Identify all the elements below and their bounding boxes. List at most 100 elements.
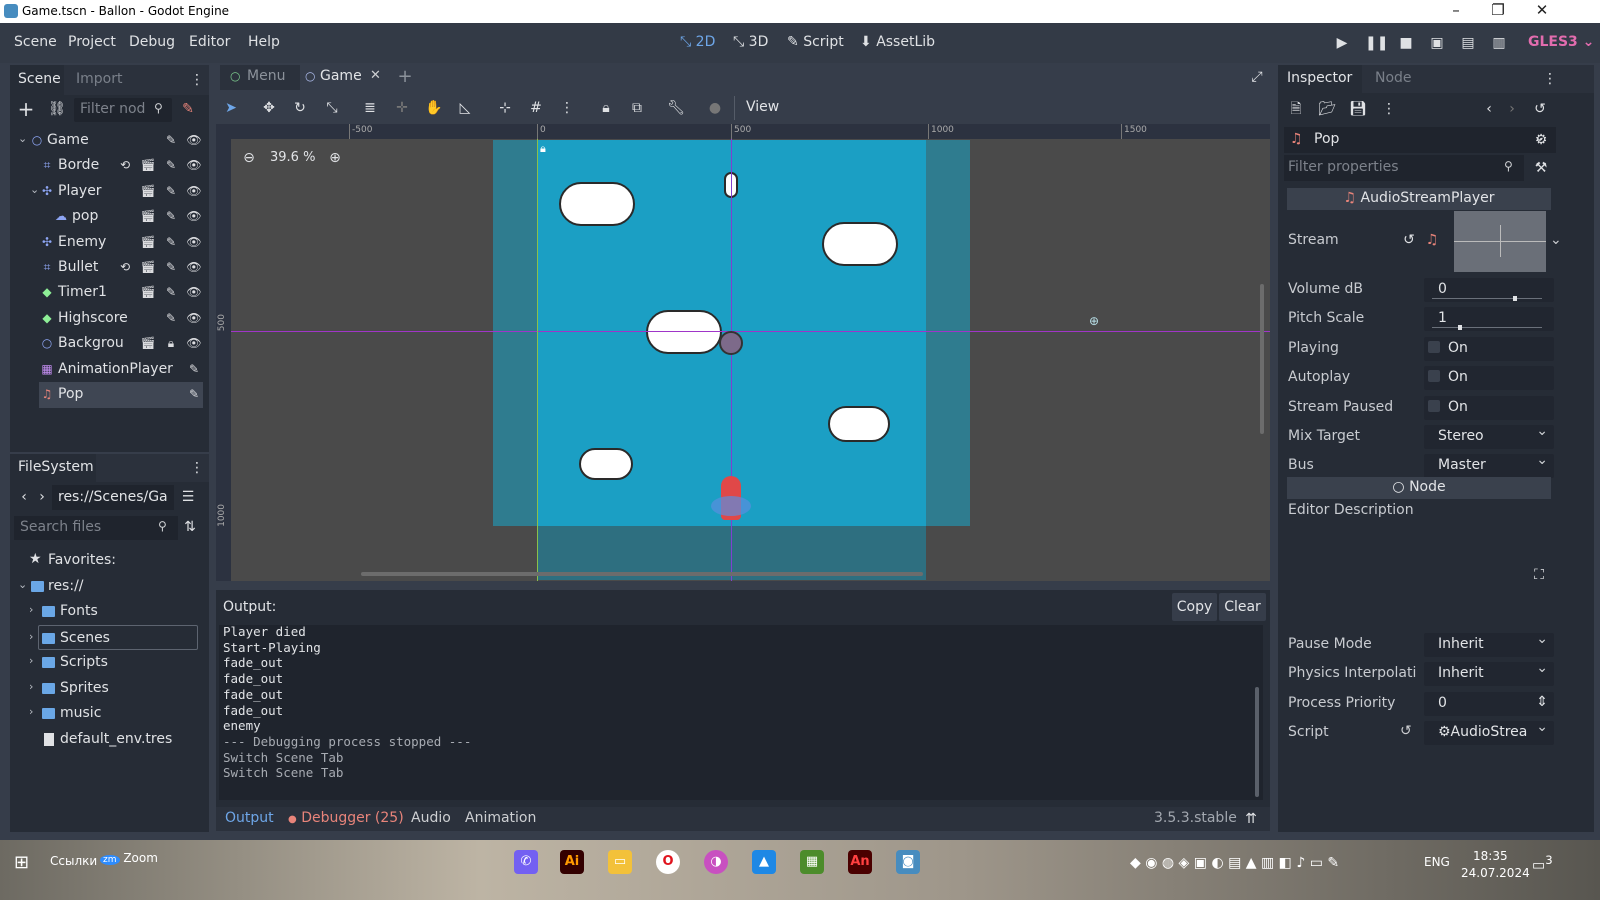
lock-icon[interactable]: 🔒︎: [163, 336, 179, 351]
revert-icon[interactable]: ↺: [1400, 231, 1418, 249]
taskbar-search[interactable]: Ссылки: [50, 854, 97, 868]
object-selector[interactable]: ♫ Pop ⌄: [1284, 127, 1556, 153]
stop-icon[interactable]: ■: [1397, 34, 1415, 52]
scene-node-pop[interactable]: ♫ Pop ✎: [39, 382, 203, 408]
pan-tool-icon[interactable]: ✋: [425, 99, 443, 117]
object-props-icon[interactable]: ⚙: [1532, 131, 1550, 149]
script-add-icon[interactable]: ✎: [179, 100, 197, 118]
slider-track[interactable]: [1432, 327, 1542, 329]
scene-icon[interactable]: 🎬︎: [140, 209, 156, 223]
more-icon[interactable]: ⋮: [1380, 100, 1398, 118]
script-icon[interactable]: ✎: [163, 158, 179, 172]
property-value[interactable]: On: [1424, 366, 1554, 391]
ruler-tool-icon[interactable]: ◺: [456, 99, 474, 117]
back-icon[interactable]: ‹: [15, 488, 33, 506]
scene-node-timer1[interactable]: ◆ Timer1 👁︎ ✎ 🎬︎: [10, 280, 202, 306]
script-icon[interactable]: ✎: [163, 209, 179, 223]
minecraft-icon[interactable]: ▦: [800, 850, 824, 874]
zoom-out-icon[interactable]: ⊖: [240, 149, 258, 167]
menu-debug[interactable]: Debug: [129, 34, 175, 50]
movie-icon[interactable]: ▥: [1490, 34, 1508, 52]
illustrator-icon[interactable]: Ai: [560, 850, 584, 874]
scene-icon[interactable]: 🎬︎: [140, 235, 156, 249]
list-select-icon[interactable]: ≣: [361, 99, 379, 117]
scene-icon[interactable]: 🎬︎: [140, 158, 156, 172]
property-value[interactable]: 0 ⇕: [1424, 691, 1554, 716]
expand-panel-icon[interactable]: ⇈: [1242, 810, 1260, 828]
property-value[interactable]: Inherit: [1424, 631, 1554, 657]
link-icon[interactable]: ⛓: [48, 100, 66, 118]
visible-icon[interactable]: 👁︎: [186, 311, 202, 325]
close-button[interactable]: ✕: [1522, 1, 1562, 19]
editor-description-field[interactable]: [1288, 524, 1522, 624]
tab-node[interactable]: Node: [1375, 70, 1412, 86]
tab-inspector[interactable]: Inspector: [1287, 70, 1352, 86]
menu-project[interactable]: Project: [68, 34, 116, 50]
scene-node-pop[interactable]: ☁ pop 👁︎ ✎ 🎬︎: [10, 204, 202, 230]
history-icon[interactable]: ↺: [1531, 100, 1549, 118]
tab-animation[interactable]: Animation: [465, 810, 536, 826]
visible-icon[interactable]: 👁︎: [186, 260, 202, 274]
mode-2d[interactable]: ⤡ 2D: [680, 34, 715, 50]
checkbox[interactable]: [1428, 340, 1440, 353]
mode-assetlib[interactable]: ⬇ AssetLib: [860, 34, 935, 50]
collision-icon[interactable]: ⟲: [117, 158, 133, 172]
vertical-scrollbar[interactable]: [1260, 284, 1264, 434]
script-icon[interactable]: ✎: [163, 133, 179, 147]
opera-icon[interactable]: O: [656, 850, 680, 874]
scene-node-bullet[interactable]: ⌗ Bullet 👁︎ ✎ 🎬︎ ⟲: [10, 255, 202, 281]
godot-icon[interactable]: ◙: [896, 850, 920, 874]
script-icon[interactable]: ✎: [163, 184, 179, 198]
visible-icon[interactable]: 👁︎: [186, 336, 202, 350]
checkbox[interactable]: [1428, 370, 1440, 383]
close-tab-icon[interactable]: ✕: [370, 68, 381, 83]
visible-icon[interactable]: 👁︎: [186, 285, 202, 299]
property-value[interactable]: ⚙AudioStrea: [1424, 719, 1554, 746]
tab-game[interactable]: ○ Game ✕: [300, 65, 402, 90]
move-tool-icon[interactable]: ✥: [260, 99, 278, 117]
collision-icon[interactable]: ⟲: [117, 260, 133, 274]
add-node-icon[interactable]: +: [17, 99, 35, 119]
windows-start-icon[interactable]: ⊞: [14, 852, 29, 873]
play-custom-scene-icon[interactable]: ▤: [1459, 34, 1477, 52]
dock-menu-icon[interactable]: ⋮: [188, 459, 206, 477]
new-resource-icon[interactable]: 🗎︎: [1287, 100, 1305, 118]
animate-icon[interactable]: An: [848, 850, 872, 874]
camera-icon[interactable]: ●: [706, 99, 724, 117]
tab-menu[interactable]: ○ Menu: [220, 65, 300, 90]
property-value[interactable]: 1: [1424, 307, 1554, 332]
filter-properties-input[interactable]: Filter properties ⚲: [1284, 155, 1524, 181]
save-icon[interactable]: 💾︎: [1349, 100, 1367, 118]
scene-node-enemy[interactable]: ✣ Enemy 👁︎ ✎ 🎬︎: [10, 230, 202, 256]
folder-music[interactable]: › music: [10, 701, 200, 726]
notifications-icon[interactable]: ▭3: [1532, 853, 1553, 874]
property-value[interactable]: On: [1424, 336, 1554, 361]
script-icon[interactable]: ✎: [186, 387, 202, 401]
sort-icon[interactable]: ⇅: [181, 518, 199, 536]
scene-node-game[interactable]: ⌄ ○ Game 👁︎ ✎: [10, 128, 202, 154]
checkbox[interactable]: [1428, 399, 1440, 412]
script-icon[interactable]: ✎: [163, 260, 179, 274]
photos-icon[interactable]: ▲: [752, 850, 776, 874]
file-default-env[interactable]: default_env.tres: [10, 727, 200, 752]
rotate-tool-icon[interactable]: ↻: [291, 99, 309, 117]
snap-options-icon[interactable]: ⋮: [558, 99, 576, 117]
back-icon[interactable]: ‹: [1480, 100, 1498, 118]
tab-output[interactable]: Output: [225, 810, 274, 826]
script-icon[interactable]: ✎: [163, 311, 179, 325]
tray-icons[interactable]: ◆ ◉ ◍ ◈ ▣ ◐ ▤ ▲ ▥ ◧ ♪ ▭ ✎: [1130, 855, 1339, 871]
dock-menu-icon[interactable]: ⋮: [188, 71, 206, 89]
lock-icon[interactable]: 🔒︎: [597, 99, 615, 117]
distraction-free-icon[interactable]: ⤢: [1248, 68, 1266, 86]
forward-icon[interactable]: ›: [33, 488, 51, 506]
path-field[interactable]: res://Scenes/Ga: [52, 485, 174, 510]
copy-button[interactable]: Copy: [1172, 593, 1217, 621]
slider-track[interactable]: [1432, 298, 1542, 299]
script-icon[interactable]: ✎: [163, 285, 179, 299]
folder-sprites[interactable]: › Sprites: [10, 676, 200, 701]
spin-arrows-icon[interactable]: ⇕: [1536, 694, 1548, 710]
mode-3d[interactable]: ⤡ 3D: [733, 34, 768, 50]
tab-import[interactable]: Import: [76, 71, 122, 87]
property-value[interactable]: Stereo: [1424, 423, 1554, 449]
visible-icon[interactable]: 👁︎: [186, 133, 202, 147]
